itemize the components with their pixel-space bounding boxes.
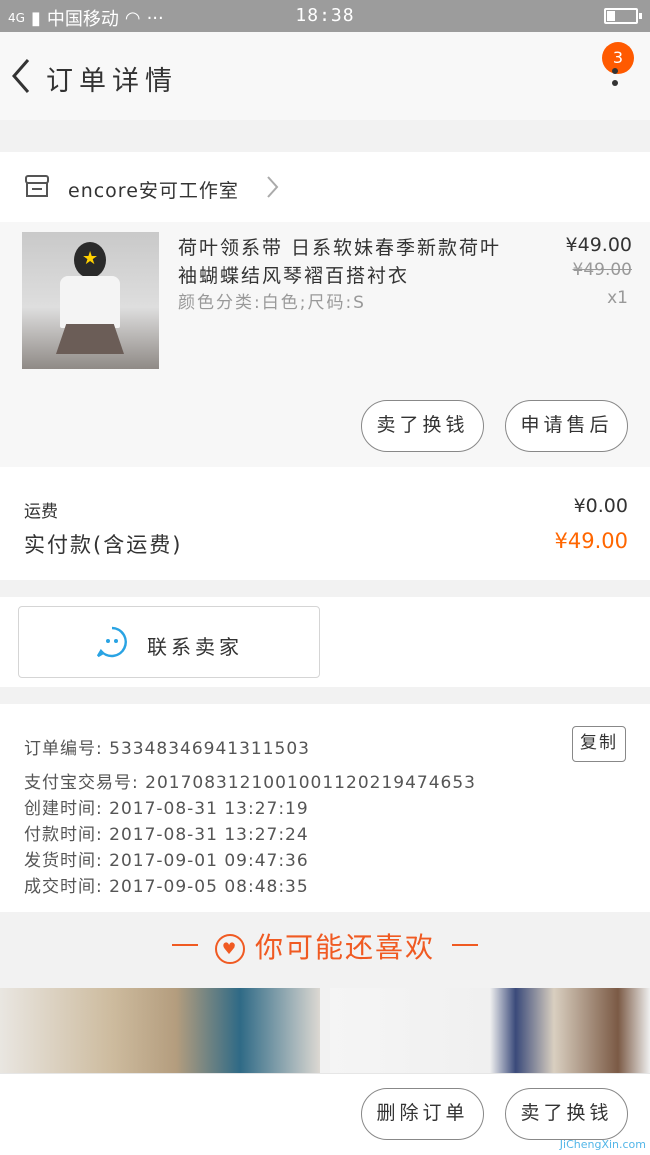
star-sticker-icon: ★ bbox=[82, 248, 99, 269]
shipped-time: 发货时间: 2017-09-01 09:47:36 bbox=[24, 851, 309, 871]
nav-bar: 订单详情 3 bbox=[0, 32, 650, 120]
order-item[interactable]: ★ 荷叶领系带 日系软妹春季新款荷叶袖蝴蝶结风琴褶百搭衬衣 颜色分类:白色;尺码… bbox=[0, 222, 650, 467]
product-spec: 颜色分类:白色;尺码:S bbox=[178, 293, 366, 313]
alipay-trade-number: 支付宝交易号: 2017083121001001120219474653 bbox=[24, 773, 476, 793]
product-quantity: x1 bbox=[607, 288, 628, 308]
chat-icon bbox=[96, 626, 127, 658]
battery-icon bbox=[604, 8, 642, 24]
status-time: 18:38 bbox=[295, 5, 355, 26]
sell-for-cash-button[interactable]: 卖了换钱 bbox=[361, 400, 484, 452]
status-bar: 4G ▮ 中国移动 ◠ ··· 18:38 bbox=[0, 0, 650, 32]
more-dot-icon bbox=[612, 68, 618, 74]
recommend-title: ♥ 你可能还喜欢 bbox=[0, 926, 650, 966]
recommend-title-text: 你可能还喜欢 bbox=[254, 931, 435, 964]
back-button[interactable] bbox=[8, 56, 36, 96]
shipping-label: 运费 bbox=[24, 502, 58, 522]
more-dot-icon bbox=[612, 80, 618, 86]
contact-section: 联系卖家 bbox=[0, 597, 650, 687]
shipping-value: ¥0.00 bbox=[573, 495, 628, 517]
paid-value: ¥49.00 bbox=[554, 529, 628, 553]
copy-button[interactable]: 复制 bbox=[572, 726, 626, 762]
product-original-price: ¥49.00 bbox=[572, 260, 632, 280]
product-image[interactable]: ★ bbox=[22, 232, 159, 369]
after-sales-button[interactable]: 申请售后 bbox=[505, 400, 628, 452]
product-photo-blouse bbox=[60, 276, 120, 328]
delete-order-button[interactable]: 删除订单 bbox=[361, 1088, 484, 1140]
contact-seller-label: 联系卖家 bbox=[147, 635, 243, 659]
product-photo-skirt bbox=[56, 324, 124, 354]
order-number: 订单编号: 53348346941311503 bbox=[24, 739, 311, 759]
shop-header[interactable]: encore安可工作室 bbox=[0, 152, 650, 222]
page-title: 订单详情 bbox=[46, 66, 178, 97]
created-time: 创建时间: 2017-08-31 13:27:19 bbox=[24, 799, 309, 819]
product-price: ¥49.00 bbox=[565, 234, 632, 256]
back-arrow-icon bbox=[12, 59, 30, 93]
recommended-product-1[interactable] bbox=[0, 988, 320, 1073]
recommended-product-2[interactable] bbox=[330, 988, 650, 1073]
heart-icon: ♥ bbox=[214, 934, 245, 964]
bottom-sell-button[interactable]: 卖了换钱 bbox=[505, 1088, 628, 1140]
fee-summary: 运费 ¥0.00 实付款(含运费) ¥49.00 bbox=[0, 467, 650, 580]
more-menu-button[interactable] bbox=[612, 68, 620, 94]
completed-time: 成交时间: 2017-09-05 08:48:35 bbox=[24, 877, 309, 897]
order-info: 订单编号: 53348346941311503 复制 支付宝交易号: 20170… bbox=[0, 704, 650, 912]
chevron-right-icon bbox=[267, 176, 279, 198]
watermark: JiChengXin.com bbox=[559, 1138, 646, 1151]
shop-icon bbox=[25, 175, 49, 197]
shop-name: encore安可工作室 bbox=[68, 180, 239, 202]
contact-seller-button[interactable]: 联系卖家 bbox=[18, 606, 320, 678]
paid-time: 付款时间: 2017-08-31 13:27:24 bbox=[24, 825, 309, 845]
paid-label: 实付款(含运费) bbox=[24, 533, 183, 557]
bottom-action-bar: 删除订单 卖了换钱 JiChengXin.com bbox=[0, 1073, 650, 1155]
recommend-header: ♥ 你可能还喜欢 bbox=[0, 912, 650, 978]
product-title: 荷叶领系带 日系软妹春季新款荷叶袖蝴蝶结风琴褶百搭衬衣 bbox=[178, 237, 502, 287]
